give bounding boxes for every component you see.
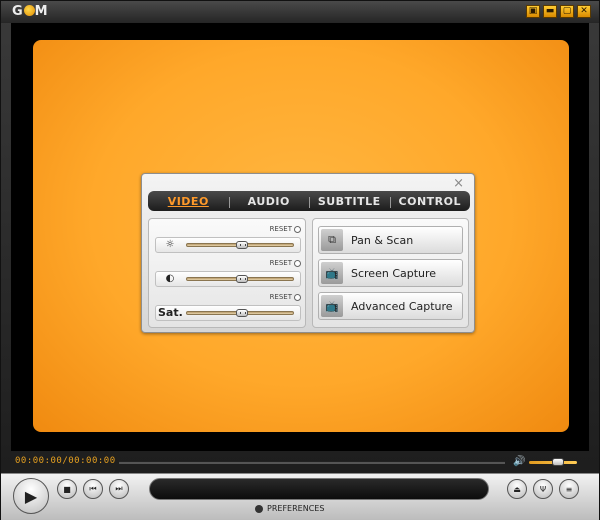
title-bar[interactable]: GM ▣ ▬ ▢ ✕ [1, 1, 599, 23]
panel-close-button[interactable]: × [453, 176, 464, 191]
reset-label: RESET [269, 293, 292, 301]
previous-button[interactable]: ⏮ [83, 479, 103, 499]
seek-slider[interactable] [119, 461, 505, 464]
saturation-slider-knob[interactable] [236, 309, 249, 317]
contrast-slider[interactable] [186, 275, 294, 283]
reset-dot-icon [294, 259, 301, 267]
control-panel: × VIDEO AUDIO SUBTITLE CONTROL RESET ☼ R… [141, 173, 475, 333]
video-adjust-box: RESET ☼ RESET ◐ RESET Sat. [148, 218, 306, 328]
gom-logo: GM [12, 4, 49, 19]
tab-control[interactable]: CONTROL [389, 195, 471, 208]
reset-label: RESET [269, 225, 292, 233]
panel-tabs: VIDEO AUDIO SUBTITLE CONTROL [148, 191, 470, 211]
screen-capture-button[interactable]: 📺 Screen Capture [318, 259, 463, 287]
time-display: 00:00:00/00:00:00 [15, 456, 116, 466]
pan-scan-label: Pan & Scan [351, 233, 414, 247]
volume-icon[interactable]: 🔊 [513, 456, 525, 467]
preferences-label: PREFERENCES [267, 504, 325, 513]
contrast-icon: ◐ [165, 273, 175, 284]
tv-capture-icon: 📺 [321, 262, 343, 284]
pan-scan-icon: ⧉ [321, 229, 343, 251]
brightness-slider-knob[interactable] [236, 241, 249, 249]
play-button[interactable]: ▶ [13, 478, 49, 514]
volume-slider[interactable] [529, 458, 577, 466]
screen-capture-label: Screen Capture [351, 266, 437, 280]
tab-video[interactable]: VIDEO [148, 195, 229, 208]
saturation-label: Sat. [158, 306, 183, 319]
reset-dot-icon [294, 225, 301, 233]
control-bar: ▶ ■ ⏮ ⏭ ⏏ Ψ ≡ PREFERENCES [1, 473, 599, 520]
equalizer-button[interactable]: Ψ [533, 479, 553, 499]
contrast-slider-knob[interactable] [236, 275, 249, 283]
pan-scan-button[interactable]: ⧉ Pan & Scan [318, 226, 463, 254]
gom-player-window: GM ▣ ▬ ▢ ✕ × VIDEO AUDIO SUBTITLE CONTRO… [0, 0, 600, 520]
eject-button[interactable]: ⏏ [507, 479, 527, 499]
preferences-icon [255, 504, 263, 513]
reset-dot-icon [294, 293, 301, 301]
saturation-slider-container: Sat. [155, 305, 301, 321]
saturation-reset-button[interactable]: RESET [270, 293, 301, 301]
tab-subtitle[interactable]: SUBTITLE [309, 195, 390, 208]
contrast-reset-button[interactable]: RESET [270, 259, 301, 267]
capture-box: ⧉ Pan & Scan 📺 Screen Capture 📺 Advanced… [312, 218, 469, 328]
saturation-slider[interactable] [186, 309, 294, 317]
volume-slider-knob[interactable] [551, 458, 564, 466]
tab-audio[interactable]: AUDIO [228, 195, 310, 208]
advanced-capture-label: Advanced Capture [351, 299, 453, 313]
always-on-top-button[interactable]: ▣ [526, 5, 540, 18]
advanced-capture-button[interactable]: 📺 Advanced Capture [318, 292, 463, 320]
info-display-bar [149, 478, 489, 500]
contrast-slider-container: ◐ [155, 271, 301, 287]
seek-bar-area: 00:00:00/00:00:00 🔊 [1, 451, 599, 473]
brightness-icon: ☼ [165, 239, 175, 250]
brightness-reset-button[interactable]: RESET [270, 225, 301, 233]
reset-label: RESET [269, 259, 292, 267]
maximize-button[interactable]: ▢ [560, 5, 574, 18]
menu-button[interactable]: ≡ [559, 479, 579, 499]
tv-advanced-capture-icon: 📺 [321, 295, 343, 317]
brightness-slider-container: ☼ [155, 237, 301, 253]
preferences-button[interactable]: PREFERENCES [255, 504, 324, 513]
window-controls: ▣ ▬ ▢ ✕ [526, 5, 591, 18]
close-button[interactable]: ✕ [577, 5, 591, 18]
next-button[interactable]: ⏭ [109, 479, 129, 499]
minimize-button[interactable]: ▬ [543, 5, 557, 18]
brightness-slider[interactable] [186, 241, 294, 249]
stop-button[interactable]: ■ [57, 479, 77, 499]
